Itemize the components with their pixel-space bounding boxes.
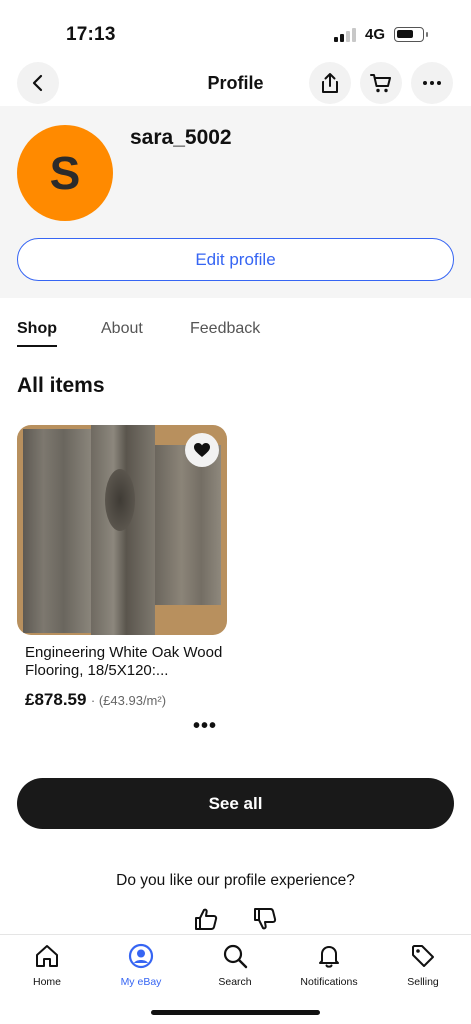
- bottom-nav-my-ebay[interactable]: My eBay: [94, 943, 188, 988]
- tab-feedback[interactable]: Feedback: [190, 320, 260, 338]
- bottom-nav-search[interactable]: Search: [188, 943, 282, 988]
- item-price: £878.59: [25, 690, 87, 709]
- item-more-button[interactable]: •••: [193, 715, 217, 738]
- item-price-row: £878.59 · (£43.93/m²): [25, 690, 166, 710]
- tab-about[interactable]: About: [101, 320, 143, 338]
- item-unit-price: · (£43.93/m²): [90, 693, 167, 708]
- more-options-button[interactable]: [411, 62, 453, 104]
- heart-icon: [194, 443, 210, 457]
- bottom-nav-label: Selling: [407, 976, 439, 988]
- bottom-nav-label: Notifications: [300, 976, 358, 988]
- item-card[interactable]: Engineering White Oak Wood Flooring, 18/…: [17, 425, 227, 737]
- top-nav: Profile: [0, 62, 471, 106]
- bell-icon: [319, 946, 339, 968]
- profile-header: S sara_5002 Edit profile: [0, 106, 471, 298]
- more-horizontal-icon: [423, 81, 441, 85]
- active-tab-indicator: [17, 345, 57, 347]
- share-icon: [322, 73, 338, 93]
- thumbs-down-icon[interactable]: [252, 906, 278, 932]
- battery-icon: [394, 27, 428, 42]
- cart-icon: [370, 74, 391, 93]
- signal-icon: [334, 28, 358, 42]
- edit-profile-button[interactable]: Edit profile: [17, 238, 454, 281]
- status-time: 17:13: [66, 24, 116, 45]
- home-icon: [36, 945, 58, 967]
- item-title[interactable]: Engineering White Oak Wood Flooring, 18/…: [25, 644, 225, 680]
- bottom-nav-label: Home: [32, 976, 61, 988]
- cart-button[interactable]: [360, 62, 402, 104]
- home-indicator: [151, 1010, 320, 1015]
- avatar[interactable]: S: [17, 125, 113, 221]
- share-button[interactable]: [309, 62, 351, 104]
- watch-button[interactable]: [185, 433, 219, 467]
- feedback-prompt: Do you like our profile experience?: [116, 872, 355, 889]
- section-title: All items: [17, 374, 105, 397]
- bottom-nav-notifications[interactable]: Notifications: [282, 943, 376, 988]
- tag-icon: [412, 945, 434, 967]
- bottom-nav-label: My eBay: [120, 976, 162, 988]
- network-label: 4G: [365, 26, 386, 43]
- see-all-button[interactable]: See all: [17, 778, 454, 829]
- tab-shop[interactable]: Shop: [17, 320, 57, 338]
- bottom-nav-home[interactable]: Home: [0, 943, 94, 988]
- thumbs-up-icon[interactable]: [193, 906, 219, 932]
- search-icon: [223, 944, 248, 969]
- item-image[interactable]: [17, 425, 227, 635]
- username: sara_5002: [130, 126, 232, 149]
- bottom-nav-label: Search: [218, 976, 252, 988]
- user-icon: [128, 943, 154, 969]
- bottom-nav-selling[interactable]: Selling: [376, 943, 470, 988]
- status-bar: 17:13 4G: [0, 0, 471, 62]
